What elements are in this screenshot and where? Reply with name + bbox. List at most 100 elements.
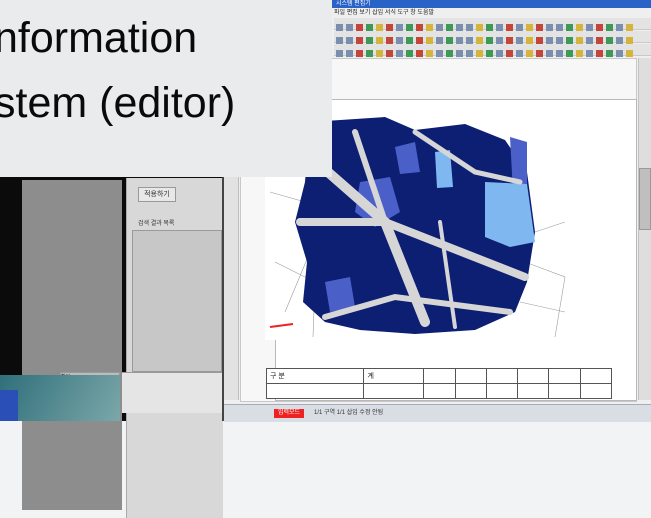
toolbar-icon[interactable] bbox=[546, 24, 553, 31]
table-cell[interactable] bbox=[579, 383, 613, 399]
table-cell[interactable] bbox=[454, 368, 487, 384]
table-cell[interactable] bbox=[517, 383, 550, 399]
toolbar-icon[interactable] bbox=[336, 24, 343, 31]
toolbar-icon[interactable] bbox=[416, 50, 423, 57]
toolbar-icon[interactable] bbox=[606, 24, 613, 31]
table-cell[interactable] bbox=[454, 383, 487, 399]
toolbar-icon[interactable] bbox=[376, 37, 383, 44]
table-cell[interactable] bbox=[423, 383, 456, 399]
table-cell[interactable] bbox=[423, 368, 456, 384]
toolbar-icon[interactable] bbox=[626, 24, 633, 31]
table-cell[interactable] bbox=[265, 383, 365, 399]
vertical-scrollbar[interactable] bbox=[638, 58, 651, 400]
toolbar-icon[interactable] bbox=[346, 50, 353, 57]
toolbar-icon[interactable] bbox=[426, 50, 433, 57]
toolbar-icon[interactable] bbox=[376, 24, 383, 31]
results-list[interactable] bbox=[132, 230, 222, 372]
toolbar-icon[interactable] bbox=[346, 24, 353, 31]
toolbar-icon[interactable] bbox=[616, 37, 623, 44]
toolbar-icon[interactable] bbox=[476, 50, 483, 57]
toolbar-icon[interactable] bbox=[426, 37, 433, 44]
table-cell[interactable] bbox=[517, 368, 550, 384]
toolbar-icon[interactable] bbox=[416, 37, 423, 44]
toolbar-icon[interactable] bbox=[486, 50, 493, 57]
toolbar-icon[interactable] bbox=[526, 37, 533, 44]
toolbar-icon[interactable] bbox=[486, 37, 493, 44]
table-cell[interactable] bbox=[579, 368, 613, 384]
toolbar-icon[interactable] bbox=[496, 50, 503, 57]
input-mode-badge[interactable]: 입력모드 bbox=[274, 409, 304, 418]
toolbar-icon[interactable] bbox=[596, 37, 603, 44]
toolbar-icon[interactable] bbox=[496, 24, 503, 31]
toolbar-icon[interactable] bbox=[346, 37, 353, 44]
toolbar-icon[interactable] bbox=[516, 37, 523, 44]
toolbar-icon[interactable] bbox=[586, 37, 593, 44]
toolbar-icon[interactable] bbox=[446, 50, 453, 57]
toolbar-icon[interactable] bbox=[336, 50, 343, 57]
toolbar-icon[interactable] bbox=[366, 37, 373, 44]
toolbar-icon[interactable] bbox=[386, 37, 393, 44]
toolbar-icon[interactable] bbox=[576, 50, 583, 57]
toolbar-icon[interactable] bbox=[506, 37, 513, 44]
toolbar-icon[interactable] bbox=[516, 24, 523, 31]
toolbar-icon[interactable] bbox=[386, 50, 393, 57]
toolbar-icon[interactable] bbox=[596, 50, 603, 57]
toolbar-icon[interactable] bbox=[496, 37, 503, 44]
toolbar-icon[interactable] bbox=[556, 37, 563, 44]
toolbar-icon[interactable] bbox=[466, 37, 473, 44]
toolbar-icon[interactable] bbox=[506, 50, 513, 57]
toolbar-icon[interactable] bbox=[456, 24, 463, 31]
table-cell[interactable]: 구 분 bbox=[265, 368, 365, 384]
toolbar-icon[interactable] bbox=[576, 37, 583, 44]
toolbar-icon[interactable] bbox=[366, 50, 373, 57]
toolbar-icon[interactable] bbox=[446, 24, 453, 31]
toolbar-icon[interactable] bbox=[406, 24, 413, 31]
toolbar-icon[interactable] bbox=[536, 50, 543, 57]
toolbar-icon[interactable] bbox=[426, 24, 433, 31]
toolbar-icon[interactable] bbox=[446, 37, 453, 44]
toolbar-icon[interactable] bbox=[556, 50, 563, 57]
toolbar-standard[interactable] bbox=[334, 18, 651, 31]
toolbar-icon[interactable] bbox=[616, 50, 623, 57]
toolbar-icon[interactable] bbox=[516, 50, 523, 57]
toolbar-icon[interactable] bbox=[586, 50, 593, 57]
toolbar-icon[interactable] bbox=[356, 37, 363, 44]
table-cell[interactable] bbox=[548, 368, 581, 384]
toolbar-icon[interactable] bbox=[536, 24, 543, 31]
toolbar-icon[interactable] bbox=[576, 24, 583, 31]
toolbar-icon[interactable] bbox=[476, 37, 483, 44]
toolbar-icon[interactable] bbox=[506, 24, 513, 31]
toolbar-icon[interactable] bbox=[476, 24, 483, 31]
toolbar-icon[interactable] bbox=[626, 50, 633, 57]
toolbar-icon[interactable] bbox=[526, 24, 533, 31]
toolbar-icon[interactable] bbox=[436, 37, 443, 44]
toolbar-icon[interactable] bbox=[386, 24, 393, 31]
toolbar-icon[interactable] bbox=[406, 50, 413, 57]
toolbar-formatting[interactable] bbox=[334, 31, 651, 44]
toolbar-icon[interactable] bbox=[356, 50, 363, 57]
toolbar-drawing[interactable] bbox=[334, 44, 651, 57]
table-cell[interactable] bbox=[485, 368, 519, 384]
table-cell[interactable] bbox=[485, 383, 519, 399]
toolbar-icon[interactable] bbox=[566, 24, 573, 31]
toolbar-icon[interactable] bbox=[526, 50, 533, 57]
toolbar-icon[interactable] bbox=[626, 37, 633, 44]
toolbar-icon[interactable] bbox=[336, 37, 343, 44]
toolbar-icon[interactable] bbox=[436, 24, 443, 31]
toolbar-icon[interactable] bbox=[536, 37, 543, 44]
toolbar-icon[interactable] bbox=[416, 24, 423, 31]
toolbar-icon[interactable] bbox=[376, 50, 383, 57]
toolbar-icon[interactable] bbox=[546, 50, 553, 57]
toolbar-icon[interactable] bbox=[616, 24, 623, 31]
scrollbar-thumb[interactable] bbox=[639, 168, 651, 230]
toolbar-icon[interactable] bbox=[466, 50, 473, 57]
toolbar-icon[interactable] bbox=[456, 50, 463, 57]
toolbar-icon[interactable] bbox=[556, 24, 563, 31]
toolbar-icon[interactable] bbox=[396, 24, 403, 31]
statistics-table[interactable]: 구 분 계 bbox=[265, 368, 613, 399]
toolbar-icon[interactable] bbox=[596, 24, 603, 31]
toolbar-icon[interactable] bbox=[366, 24, 373, 31]
toolbar-icon[interactable] bbox=[586, 24, 593, 31]
toolbar-icon[interactable] bbox=[566, 50, 573, 57]
toolbar-icon[interactable] bbox=[606, 37, 613, 44]
